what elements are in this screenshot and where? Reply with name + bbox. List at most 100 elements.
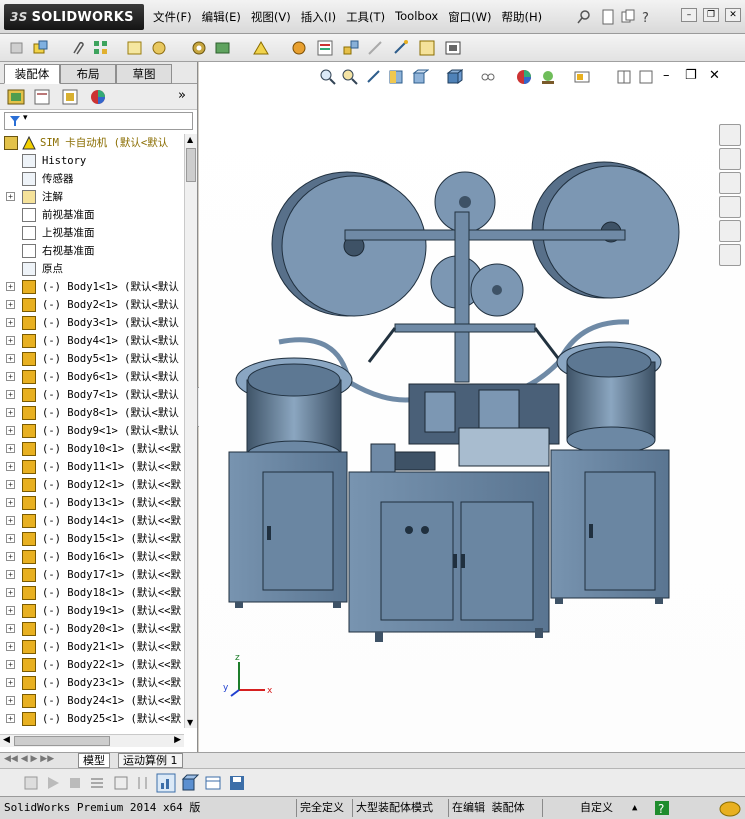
expand-icon[interactable]: +: [6, 696, 15, 705]
tree-body-item[interactable]: + (-) Body10<1> (默认<<默: [0, 440, 184, 458]
tab-assembly[interactable]: 装配体: [4, 64, 60, 84]
pattern-icon[interactable]: [92, 39, 110, 57]
update-speedpak-icon[interactable]: [418, 39, 436, 57]
tree-body-item[interactable]: + (-) Body22<1> (默认<<默: [0, 656, 184, 674]
calculate-icon[interactable]: [22, 774, 40, 792]
expand-icon[interactable]: +: [6, 192, 15, 201]
tree-body-item[interactable]: + (-) Body23<1> (默认<<默: [0, 674, 184, 692]
tree-filter-field[interactable]: ▾: [4, 112, 193, 130]
status-units-custom[interactable]: 自定义: [580, 800, 613, 816]
3d-box-icon[interactable]: [180, 773, 200, 793]
expand-icon[interactable]: +: [6, 426, 15, 435]
menu-file[interactable]: 文件(F): [148, 9, 197, 25]
chart-view-icon[interactable]: [156, 773, 176, 793]
expand-icon[interactable]: +: [6, 300, 15, 309]
expand-icon[interactable]: +: [6, 318, 15, 327]
tree-body-item[interactable]: + (-) Body6<1> (默认<默认: [0, 368, 184, 386]
tree-item[interactable]: 右视基准面: [0, 242, 184, 260]
smart-fastener-icon[interactable]: [126, 39, 144, 57]
scroll-thumb-horizontal[interactable]: [14, 736, 110, 746]
help-status-icon[interactable]: ?: [654, 800, 670, 816]
tree-body-item[interactable]: + (-) Body3<1> (默认<默认: [0, 314, 184, 332]
tile-windows-icon[interactable]: [620, 9, 636, 25]
tree-body-item[interactable]: + (-) Body12<1> (默认<<默: [0, 476, 184, 494]
assembly-component-icon[interactable]: [8, 39, 26, 57]
list-icon[interactable]: [88, 774, 106, 792]
tree-body-item[interactable]: + (-) Body11<1> (默认<<默: [0, 458, 184, 476]
help-icon[interactable]: ?: [639, 9, 655, 25]
filter-dropdown-icon[interactable]: ▾: [23, 113, 28, 123]
menu-toolbox[interactable]: Toolbox: [390, 9, 443, 25]
expand-icon[interactable]: +: [6, 714, 15, 723]
expand-icon[interactable]: +: [6, 606, 15, 615]
sim-card-machine-model[interactable]: x z y: [199, 62, 745, 752]
mate-icon[interactable]: [190, 39, 208, 57]
snapshot-icon[interactable]: [444, 39, 462, 57]
tree-body-item[interactable]: + (-) Body4<1> (默认<默认: [0, 332, 184, 350]
expand-icon[interactable]: +: [6, 588, 15, 597]
configuration-manager-icon[interactable]: [60, 88, 80, 106]
tree-body-item[interactable]: + (-) Body24<1> (默认<<默: [0, 692, 184, 710]
tree-body-item[interactable]: + (-) Body8<1> (默认<默认: [0, 404, 184, 422]
expand-icon[interactable]: +: [6, 282, 15, 291]
stop-icon[interactable]: [66, 774, 84, 792]
tree-item[interactable]: 原点: [0, 260, 184, 278]
tree-body-item[interactable]: + (-) Body20<1> (默认<<默: [0, 620, 184, 638]
scroll-thumb[interactable]: [186, 148, 196, 182]
menu-window[interactable]: 窗口(W): [443, 9, 496, 25]
reference-geometry-icon[interactable]: [252, 39, 270, 57]
explode-line-sketch-icon[interactable]: [366, 39, 384, 57]
graphics-area[interactable]: – ❐ ✕ x z y: [199, 62, 745, 752]
table-icon[interactable]: [204, 774, 222, 792]
tree-body-item[interactable]: + (-) Body17<1> (默认<<默: [0, 566, 184, 584]
play-icon[interactable]: [44, 774, 62, 792]
tree-root[interactable]: SIM 卡自动机 (默认<默认: [0, 134, 184, 152]
new-document-icon[interactable]: [600, 9, 616, 25]
insert-component-icon[interactable]: [32, 39, 50, 57]
expand-icon[interactable]: +: [6, 372, 15, 381]
expand-icon[interactable]: +: [6, 624, 15, 633]
menu-insert[interactable]: 插入(I): [296, 9, 341, 25]
scroll-left-icon[interactable]: ◀: [3, 735, 10, 745]
expand-icon[interactable]: +: [6, 390, 15, 399]
expand-icon[interactable]: +: [6, 660, 15, 669]
tree-body-item[interactable]: + (-) Body18<1> (默认<<默: [0, 584, 184, 602]
menu-view[interactable]: 视图(V): [246, 9, 296, 25]
minimize-icon[interactable]: –: [681, 8, 697, 22]
scroll-up-icon[interactable]: ▲: [187, 135, 193, 144]
expand-icon[interactable]: +: [6, 336, 15, 345]
solidworks-logo[interactable]: 3S SOLIDWORKS: [4, 4, 144, 30]
tree-body-item[interactable]: + (-) Body21<1> (默认<<默: [0, 638, 184, 656]
grid-view-icon[interactable]: [112, 774, 130, 792]
tree-body-item[interactable]: + (-) Body5<1> (默认<默认: [0, 350, 184, 368]
rebuild-status-icon[interactable]: [718, 799, 742, 817]
expand-icon[interactable]: +: [6, 408, 15, 417]
tree-item[interactable]: 传感器: [0, 170, 184, 188]
tree-body-item[interactable]: + (-) Body2<1> (默认<默认: [0, 296, 184, 314]
expand-icon[interactable]: +: [6, 642, 15, 651]
menu-tools[interactable]: 工具(T): [341, 9, 390, 25]
expand-icon[interactable]: +: [6, 480, 15, 489]
paperclip-icon[interactable]: [68, 39, 86, 57]
units-dropdown-icon[interactable]: ▲: [632, 800, 637, 816]
property-manager-icon[interactable]: [32, 88, 52, 106]
expand-icon[interactable]: +: [6, 354, 15, 363]
tree-item[interactable]: + 注解: [0, 188, 184, 206]
tree-item[interactable]: 前视基准面: [0, 206, 184, 224]
tree-body-item[interactable]: + (-) Body14<1> (默认<<默: [0, 512, 184, 530]
tree-item[interactable]: History: [0, 152, 184, 170]
tree-body-item[interactable]: + (-) Body16<1> (默认<<默: [0, 548, 184, 566]
tree-body-item[interactable]: + (-) Body15<1> (默认<<默: [0, 530, 184, 548]
tree-horizontal-scrollbar[interactable]: ◀ ▶: [0, 734, 184, 747]
expand-panel-icon[interactable]: »: [178, 88, 186, 103]
expand-icon[interactable]: +: [6, 516, 15, 525]
assembly-features-icon[interactable]: [214, 39, 232, 57]
exploded-view-icon[interactable]: [342, 39, 360, 57]
tab-model[interactable]: 模型: [78, 753, 110, 768]
tree-body-item[interactable]: + (-) Body1<1> (默认<默认: [0, 278, 184, 296]
expand-icon[interactable]: +: [6, 444, 15, 453]
scroll-down-icon[interactable]: ▼: [187, 718, 193, 727]
tab-nav-icons[interactable]: ◀◀ ◀ ▶ ▶▶: [4, 754, 54, 764]
feature-manager-tree-icon[interactable]: [6, 88, 26, 106]
tree-body-item[interactable]: + (-) Body13<1> (默认<<默: [0, 494, 184, 512]
